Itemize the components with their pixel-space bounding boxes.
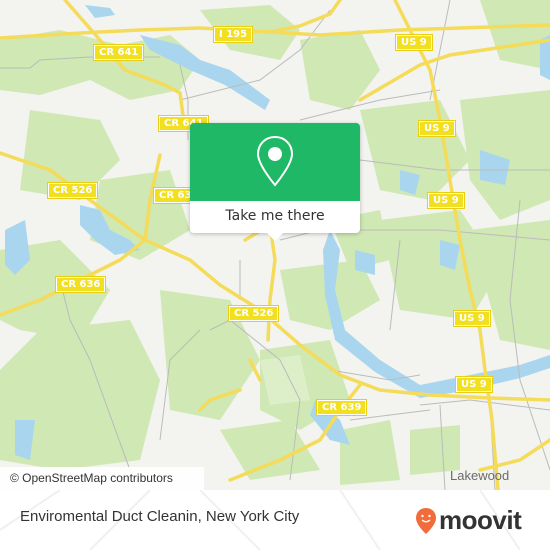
- park-areas: [0, 0, 550, 485]
- popup-pointer: [267, 233, 283, 241]
- road-shield-cr636: CR 636: [54, 276, 107, 293]
- road-shield-cr526: CR 526: [46, 182, 99, 199]
- road-shield-cr639: CR 639: [315, 399, 368, 416]
- take-me-there-button[interactable]: Take me there: [190, 201, 360, 233]
- road-shield-i195: I 195: [212, 26, 254, 43]
- location-title: Enviromental Duct Cleanin, New York City: [20, 508, 300, 525]
- popup-header: [190, 123, 360, 201]
- road-shield-us9: US 9: [418, 120, 456, 137]
- map-view[interactable]: I 195 CR 641 CR 641 US 9 US 9 US 9 US 9 …: [0, 0, 550, 490]
- map-base-layer: [0, 0, 550, 490]
- footer: Enviromental Duct Cleanin, New York City…: [0, 490, 550, 550]
- moovit-logo-text: moovit: [439, 505, 522, 535]
- road-shield-us9: US 9: [453, 310, 491, 327]
- road-shield-cr526: CR 526: [227, 305, 280, 322]
- map-pin-icon: [256, 135, 294, 187]
- moovit-pin-icon: [416, 507, 436, 534]
- road-shield-us9: US 9: [395, 34, 433, 51]
- road-shield-us9: US 9: [455, 376, 493, 393]
- place-label-lakewood: Lakewood: [450, 468, 510, 483]
- map-attribution[interactable]: © OpenStreetMap contributors: [0, 467, 204, 490]
- road-shield-us9: US 9: [427, 192, 465, 209]
- location-popup: Take me there: [190, 123, 360, 241]
- road-shield-cr641: CR 641: [92, 44, 145, 61]
- moovit-logo[interactable]: moovit: [415, 505, 522, 536]
